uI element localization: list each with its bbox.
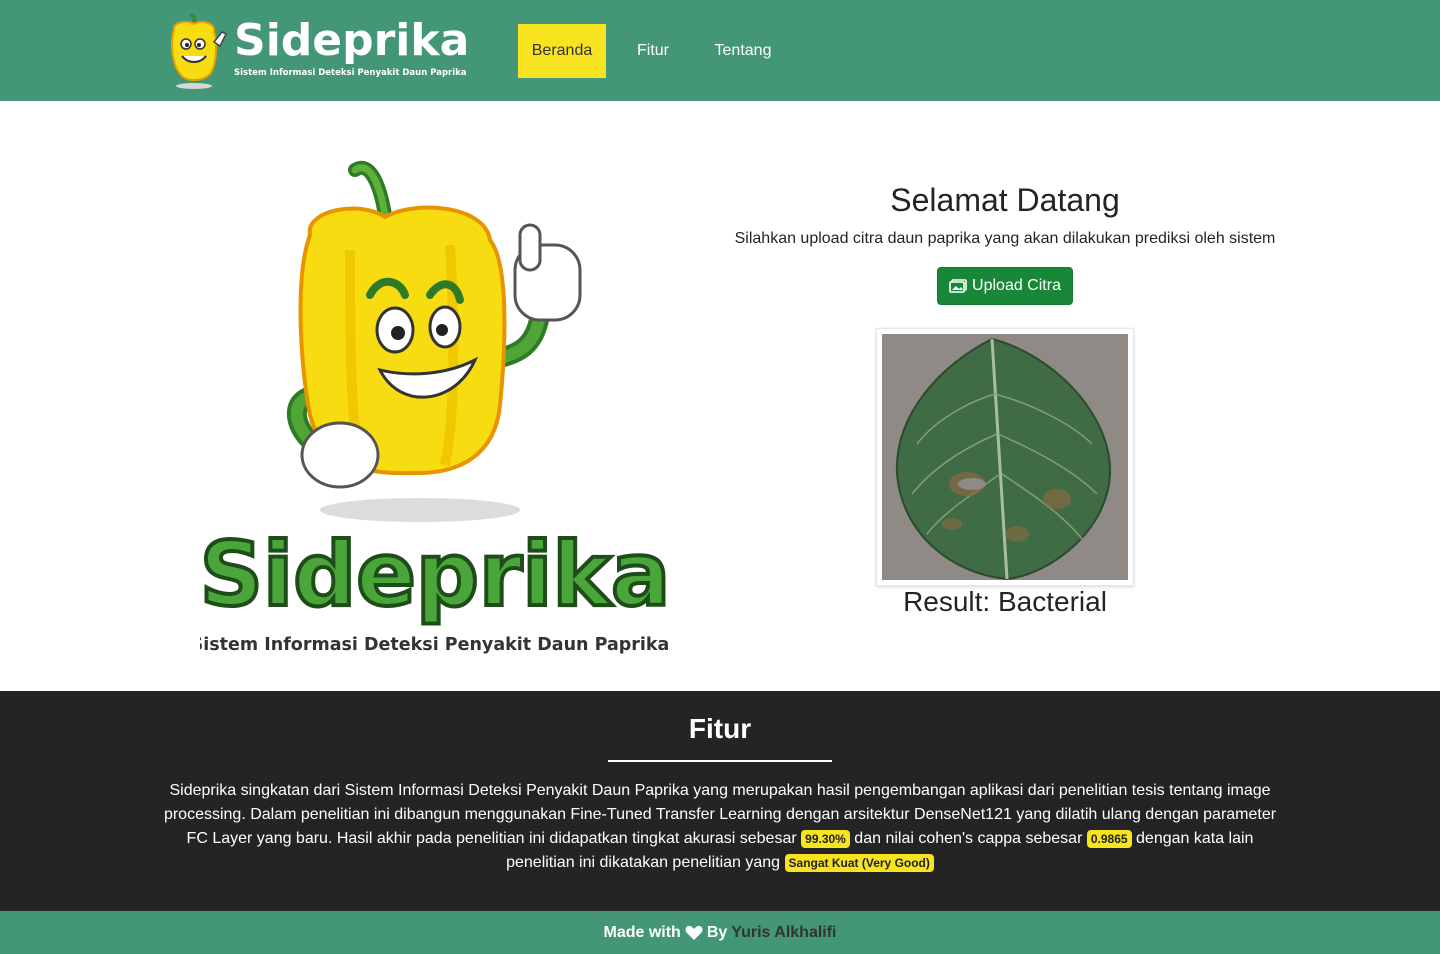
prediction-result: Result: Bacterial xyxy=(903,586,1107,617)
rating-badge: Sangat Kuat (Very Good) xyxy=(784,854,934,872)
hero-logo: Sideprika Sistem Informasi Deteksi Penya… xyxy=(191,155,672,665)
fitur-text-2: dan nilai cohen's cappa sebesar xyxy=(854,830,1083,847)
nav-item-fitur[interactable]: Fitur xyxy=(624,24,682,78)
footer-by: By xyxy=(706,923,728,941)
fitur-section: Fitur Sideprika singkatan dari Sistem In… xyxy=(0,691,1440,911)
hero-logo-name: Sideprika xyxy=(200,523,670,626)
kappa-badge: 0.9865 xyxy=(1086,830,1132,848)
hero-logo-tagline: Sistem Informasi Deteksi Penyakit Daun P… xyxy=(200,635,669,655)
brand-tagline: Sistem Informasi Deteksi Penyakit Daun P… xyxy=(234,68,467,78)
heart-icon xyxy=(685,925,703,940)
hero-title: Selamat Datang xyxy=(890,182,1120,218)
accuracy-badge: 99.30% xyxy=(801,830,850,848)
fitur-description: Sideprika singkatan dari Sistem Informas… xyxy=(160,779,1280,875)
fitur-title: Fitur xyxy=(688,713,752,744)
leaf-preview-image xyxy=(882,334,1128,581)
nav-item-beranda[interactable]: Beranda xyxy=(518,24,606,78)
brand-logo[interactable]: Sideprika Sistem Informasi Deteksi Penya… xyxy=(166,12,469,90)
pepper-mascot-icon xyxy=(171,13,228,89)
upload-button-label: Upload Citra xyxy=(972,277,1061,294)
footer-author-link[interactable]: Yuris Alkhalifi xyxy=(731,924,836,942)
footer: Made with By Yuris Alkhalifi xyxy=(0,911,1440,954)
fitur-divider xyxy=(608,760,832,762)
hero-subtitle: Silahkan upload citra daun paprika yang … xyxy=(734,230,1276,247)
images-icon xyxy=(949,279,967,293)
upload-button[interactable]: Upload Citra xyxy=(937,267,1073,305)
brand-text: Sideprika Sistem Informasi Deteksi Penya… xyxy=(234,15,470,79)
navbar: Sideprika Sistem Informasi Deteksi Penya… xyxy=(0,0,1440,101)
pepper-mascot-illustration: Sideprika Sistem Informasi Deteksi Penya… xyxy=(191,160,672,655)
brand-name: Sideprika xyxy=(234,15,470,66)
preview-image-frame xyxy=(876,328,1134,586)
footer-made-with: Made with xyxy=(603,923,681,941)
nav-item-tentang[interactable]: Tentang xyxy=(702,24,784,78)
